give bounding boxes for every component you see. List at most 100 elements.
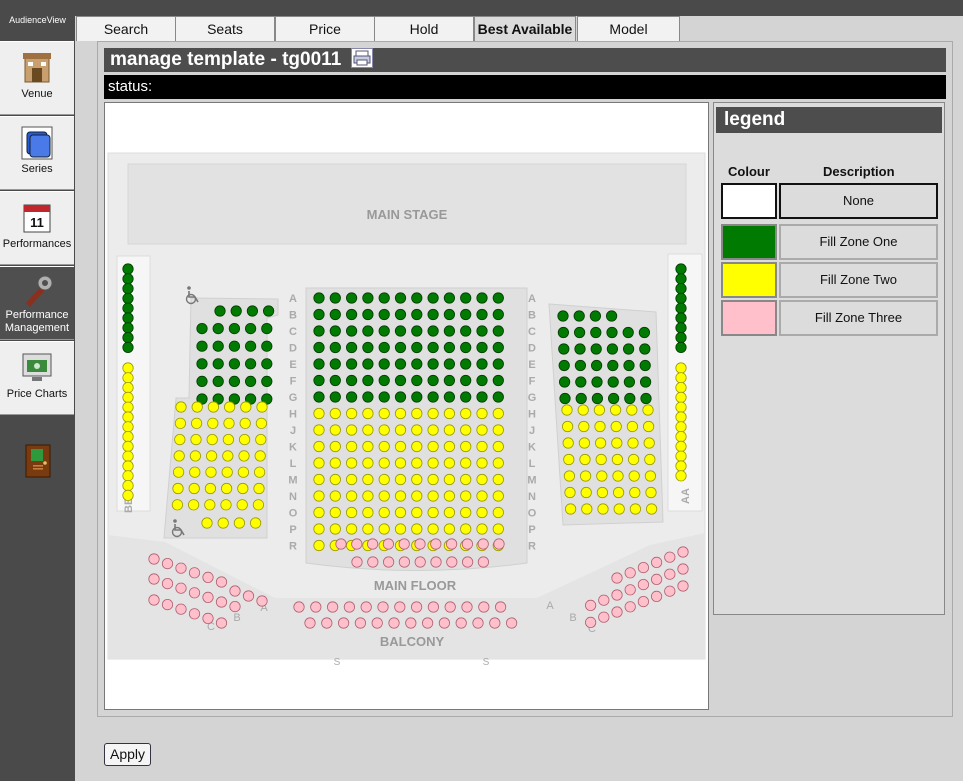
seat[interactable]	[335, 538, 347, 550]
seat[interactable]	[190, 433, 202, 446]
seat[interactable]	[461, 601, 473, 613]
seat[interactable]	[313, 292, 325, 304]
seat[interactable]	[493, 538, 505, 550]
seat[interactable]	[122, 302, 134, 314]
seat[interactable]	[559, 392, 571, 405]
sidebar-item-venue[interactable]: Venue	[0, 41, 74, 115]
seat[interactable]	[427, 473, 439, 486]
seat[interactable]	[378, 490, 390, 502]
seat[interactable]	[461, 538, 473, 550]
seat[interactable]	[427, 341, 439, 354]
seat[interactable]	[378, 308, 390, 321]
seat[interactable]	[122, 470, 134, 482]
sidebar-item-performance-management[interactable]: Performance Management	[0, 266, 74, 340]
seat[interactable]	[172, 482, 184, 495]
seat[interactable]	[427, 457, 439, 469]
seat[interactable]	[562, 437, 574, 449]
seat[interactable]	[378, 457, 390, 469]
seat[interactable]	[492, 407, 504, 420]
seat[interactable]	[237, 482, 249, 495]
seat[interactable]	[122, 283, 134, 295]
seat[interactable]	[611, 606, 623, 618]
seat[interactable]	[329, 341, 341, 354]
tab-price[interactable]: Price	[275, 16, 375, 41]
seat[interactable]	[378, 473, 390, 486]
seat[interactable]	[174, 433, 186, 446]
seat[interactable]	[161, 598, 174, 611]
seat[interactable]	[394, 490, 407, 502]
seat[interactable]	[313, 539, 325, 552]
seat[interactable]	[329, 424, 341, 436]
seat[interactable]	[639, 359, 651, 372]
seat[interactable]	[427, 490, 439, 502]
seat[interactable]	[346, 358, 358, 370]
seat[interactable]	[212, 375, 224, 387]
seat[interactable]	[427, 292, 439, 304]
seat[interactable]	[346, 391, 358, 403]
seat[interactable]	[377, 601, 389, 613]
seat[interactable]	[476, 473, 488, 486]
seat[interactable]	[346, 308, 358, 321]
seat[interactable]	[411, 391, 423, 403]
seat[interactable]	[189, 450, 202, 462]
seat[interactable]	[637, 561, 650, 574]
seat[interactable]	[175, 582, 187, 594]
seat[interactable]	[638, 326, 651, 339]
seat[interactable]	[494, 601, 507, 613]
seat[interactable]	[382, 538, 394, 550]
seat[interactable]	[338, 617, 350, 629]
seat[interactable]	[263, 305, 275, 317]
seat[interactable]	[204, 499, 216, 511]
seat[interactable]	[313, 424, 325, 436]
seat[interactable]	[313, 391, 325, 403]
seat[interactable]	[122, 273, 134, 285]
seat[interactable]	[171, 499, 184, 511]
seat[interactable]	[443, 506, 455, 519]
seat[interactable]	[362, 490, 374, 502]
seat[interactable]	[255, 433, 267, 446]
seat[interactable]	[329, 374, 341, 387]
seat[interactable]	[492, 292, 504, 304]
seat[interactable]	[478, 601, 490, 613]
seat[interactable]	[394, 391, 407, 403]
seat[interactable]	[346, 490, 358, 502]
seat[interactable]	[354, 617, 366, 629]
seat[interactable]	[443, 292, 455, 304]
seat[interactable]	[476, 506, 488, 519]
seat[interactable]	[629, 486, 641, 499]
seat[interactable]	[394, 523, 407, 535]
seat[interactable]	[261, 323, 273, 335]
seat[interactable]	[394, 457, 407, 469]
seat[interactable]	[598, 611, 610, 623]
seat[interactable]	[675, 372, 687, 384]
seat[interactable]	[664, 585, 676, 597]
seat[interactable]	[329, 358, 341, 370]
seat[interactable]	[606, 326, 618, 339]
seat[interactable]	[443, 440, 455, 453]
seat[interactable]	[558, 359, 570, 372]
seat[interactable]	[427, 325, 439, 337]
seat[interactable]	[476, 308, 488, 321]
seat[interactable]	[675, 430, 687, 443]
legend-swatch-none[interactable]	[721, 183, 777, 219]
seat[interactable]	[254, 466, 266, 478]
seat[interactable]	[589, 310, 601, 322]
seat[interactable]	[675, 450, 687, 462]
seat[interactable]	[321, 617, 333, 629]
seat[interactable]	[161, 577, 174, 590]
seat[interactable]	[228, 358, 240, 370]
seat[interactable]	[362, 391, 374, 403]
seat[interactable]	[443, 391, 455, 403]
seat[interactable]	[411, 292, 423, 304]
seat[interactable]	[188, 482, 200, 495]
seat[interactable]	[476, 358, 488, 370]
seat[interactable]	[414, 556, 426, 568]
seat[interactable]	[362, 325, 374, 337]
legend-swatch-zone-one[interactable]	[721, 224, 777, 260]
seat[interactable]	[245, 340, 257, 352]
seat[interactable]	[378, 358, 390, 370]
seat[interactable]	[626, 420, 639, 433]
seat[interactable]	[228, 340, 240, 352]
seat[interactable]	[313, 374, 325, 387]
seat[interactable]	[411, 358, 423, 370]
